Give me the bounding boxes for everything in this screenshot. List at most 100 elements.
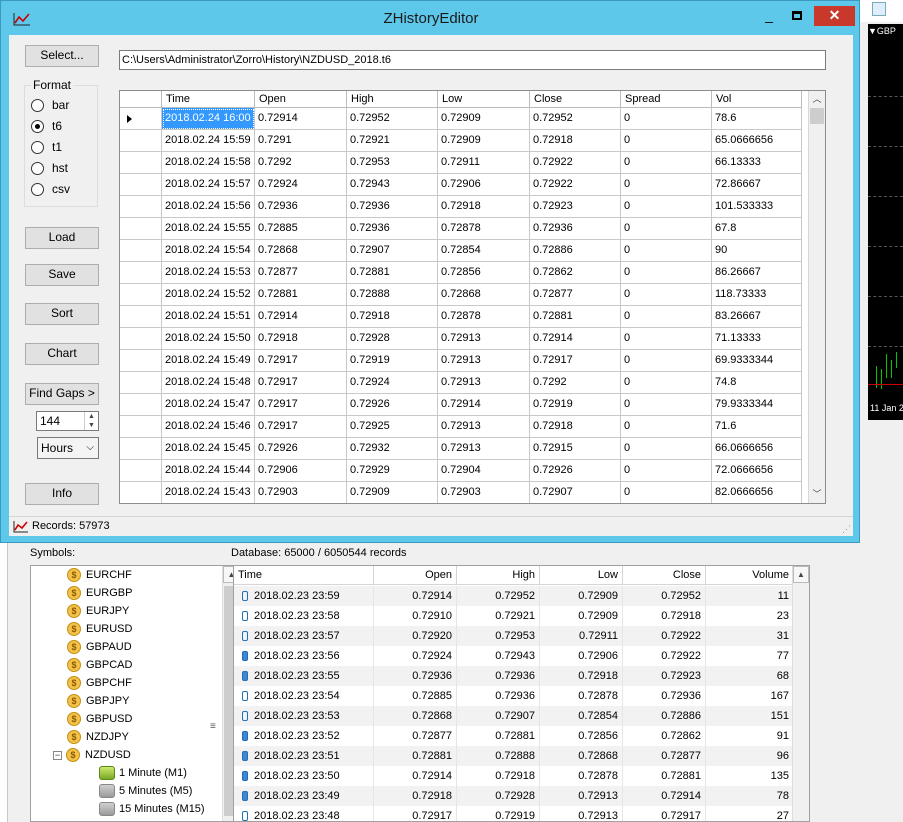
db-table-row[interactable]: 2018.02.23 23:50 0.72914 0.72918 0.72878 0.7… — [234, 766, 794, 786]
grid-cell[interactable]: 0.72921 — [347, 130, 438, 152]
grid-cell[interactable]: 0.72885 — [255, 218, 347, 240]
grid-cell[interactable]: 0 — [621, 262, 712, 284]
grid-cell[interactable]: 0.72914 — [255, 108, 347, 130]
grid-cell[interactable]: 83.26667 — [712, 306, 802, 328]
tree-item-symbol-expanded[interactable]: − $ NZDUSD — [53, 746, 131, 764]
grid-cell[interactable]: 2018.02.24 15:48 — [162, 372, 255, 394]
maximize-button[interactable] — [784, 6, 810, 26]
grid-cell[interactable]: 79.9333344 — [712, 394, 802, 416]
grid-row[interactable]: 2018.02.24 15:44 0.72906 0.72929 0.72904 0.7… — [120, 460, 802, 482]
grid-cell[interactable]: 2018.02.24 15:50 — [162, 328, 255, 350]
row-header[interactable] — [120, 284, 162, 306]
grid-cell[interactable]: 2018.02.24 15:58 — [162, 152, 255, 174]
grid-cell[interactable]: 0 — [621, 394, 712, 416]
tree-item-symbol[interactable]: $ EURGBP — [67, 584, 132, 602]
grid-cell[interactable]: 0.72878 — [438, 306, 530, 328]
grid-cell[interactable]: 0.72913 — [438, 328, 530, 350]
scroll-thumb[interactable] — [810, 108, 824, 124]
grid-cell[interactable]: 2018.02.24 15:45 — [162, 438, 255, 460]
tree-item-symbol[interactable]: $ GBPJPY — [67, 692, 129, 710]
grid-cell[interactable]: 0.72925 — [347, 416, 438, 438]
grid-cell[interactable]: 2018.02.24 15:44 — [162, 460, 255, 482]
grid-cell[interactable]: 72.0666656 — [712, 460, 802, 482]
grid-cell[interactable]: 0 — [621, 460, 712, 482]
grid-cell[interactable]: 0.72913 — [438, 350, 530, 372]
grid-cell[interactable]: 0.72928 — [347, 328, 438, 350]
grid-cell[interactable]: 2018.02.24 16:00 — [162, 108, 255, 130]
grid-cell[interactable]: 0.72914 — [530, 328, 621, 350]
grid-cell[interactable]: 0.7292 — [255, 152, 347, 174]
db-table-scrollbar[interactable]: ▲ — [792, 566, 809, 821]
grid-cell[interactable]: 86.26667 — [712, 262, 802, 284]
grid-row[interactable]: 2018.02.24 15:48 0.72917 0.72924 0.72913 0.7… — [120, 372, 802, 394]
grid-cell[interactable]: 2018.02.24 15:57 — [162, 174, 255, 196]
grid-cell[interactable]: 72.86667 — [712, 174, 802, 196]
grid-cell[interactable]: 0.72936 — [347, 218, 438, 240]
grid-row[interactable]: 2018.02.24 15:47 0.72917 0.72926 0.72914 0.7… — [120, 394, 802, 416]
grid-cell[interactable]: 0.72936 — [530, 218, 621, 240]
grid-cell[interactable]: 0 — [621, 240, 712, 262]
db-table-row[interactable]: 2018.02.23 23:51 0.72881 0.72888 0.72868 0.7… — [234, 746, 794, 766]
minimize-button[interactable]: _ — [756, 6, 782, 26]
row-header[interactable] — [120, 328, 162, 350]
database-records-table[interactable]: Time Open High Low Close Volume 2018.02.… — [233, 565, 810, 822]
find-gaps-button[interactable]: Find Gaps > — [25, 383, 99, 405]
scroll-up-icon[interactable]: ︿ — [809, 91, 825, 108]
grid-row[interactable]: 2018.02.24 15:53 0.72877 0.72881 0.72856 0.7… — [120, 262, 802, 284]
grid-cell[interactable]: 2018.02.24 15:54 — [162, 240, 255, 262]
grid-cell[interactable]: 0 — [621, 174, 712, 196]
grid-cell[interactable]: 0.7292 — [530, 372, 621, 394]
grid-cell[interactable]: 0.72881 — [530, 306, 621, 328]
grid-cell[interactable]: 0 — [621, 482, 712, 503]
grid-cell[interactable]: 0.72926 — [347, 394, 438, 416]
grid-cell[interactable]: 0 — [621, 218, 712, 240]
tree-item-symbol[interactable]: $ NZDJPY — [67, 728, 129, 746]
grid-cell[interactable]: 0.72953 — [347, 152, 438, 174]
grid-cell[interactable]: 0.72919 — [530, 394, 621, 416]
db-table-row[interactable]: 2018.02.23 23:59 0.72914 0.72952 0.72909 0.7… — [234, 586, 794, 606]
grid-cell[interactable]: 2018.02.24 15:49 — [162, 350, 255, 372]
row-header[interactable] — [120, 372, 162, 394]
grid-cell[interactable]: 82.0666656 — [712, 482, 802, 503]
grid-cell[interactable]: 67.8 — [712, 218, 802, 240]
grid-cell[interactable]: 0.72918 — [530, 130, 621, 152]
grid-cell[interactable]: 0.72913 — [438, 372, 530, 394]
grid-cell[interactable]: 0.72909 — [438, 108, 530, 130]
grid-cell[interactable]: 0.72922 — [530, 174, 621, 196]
row-header[interactable] — [120, 350, 162, 372]
history-data-grid[interactable]: Time Open High Low Close Spread Vol 2018… — [119, 90, 826, 504]
close-button[interactable]: ✕ — [814, 6, 855, 26]
grid-cell[interactable]: 0.72909 — [438, 130, 530, 152]
grid-cell[interactable]: 0.72918 — [530, 416, 621, 438]
grid-row[interactable]: 2018.02.24 16:00 0.72914 0.72952 0.72909 0.7… — [120, 108, 802, 130]
save-button[interactable]: Save — [25, 264, 99, 286]
grid-cell[interactable]: 74.8 — [712, 372, 802, 394]
grid-cell[interactable]: 2018.02.24 15:56 — [162, 196, 255, 218]
sort-button[interactable]: Sort — [25, 303, 99, 325]
grid-cell[interactable]: 78.6 — [712, 108, 802, 130]
grid-cell[interactable]: 0.72856 — [438, 262, 530, 284]
db-table-row[interactable]: 2018.02.23 23:52 0.72877 0.72881 0.72856 0.7… — [234, 726, 794, 746]
format-radio-t1[interactable]: t1 — [31, 139, 62, 155]
grid-cell[interactable]: 0 — [621, 328, 712, 350]
grid-cell[interactable]: 0.72868 — [255, 240, 347, 262]
row-header[interactable] — [120, 196, 162, 218]
spin-up-icon[interactable]: ▲ — [84, 412, 98, 421]
grid-cell[interactable]: 0 — [621, 152, 712, 174]
info-button[interactable]: Info — [25, 483, 99, 505]
grid-cell[interactable]: 0.72907 — [530, 482, 621, 503]
select-file-button[interactable]: Select... — [25, 45, 99, 67]
grid-cell[interactable]: 0.72919 — [347, 350, 438, 372]
grid-cell[interactable]: 0.72886 — [530, 240, 621, 262]
grid-cell[interactable]: 90 — [712, 240, 802, 262]
row-header[interactable] — [120, 262, 162, 284]
grid-cell[interactable]: 0.72917 — [255, 372, 347, 394]
row-header[interactable] — [120, 394, 162, 416]
grid-cell[interactable]: 0.72924 — [347, 372, 438, 394]
grid-cell[interactable]: 0.72917 — [255, 416, 347, 438]
gap-value-stepper[interactable]: 144 ▲ ▼ — [36, 411, 99, 431]
row-header[interactable] — [120, 218, 162, 240]
row-header[interactable] — [120, 240, 162, 262]
tree-item-timeframe[interactable]: 5 Minutes (M5) — [99, 782, 192, 800]
resize-grip-icon[interactable]: ⋰ — [842, 524, 851, 535]
